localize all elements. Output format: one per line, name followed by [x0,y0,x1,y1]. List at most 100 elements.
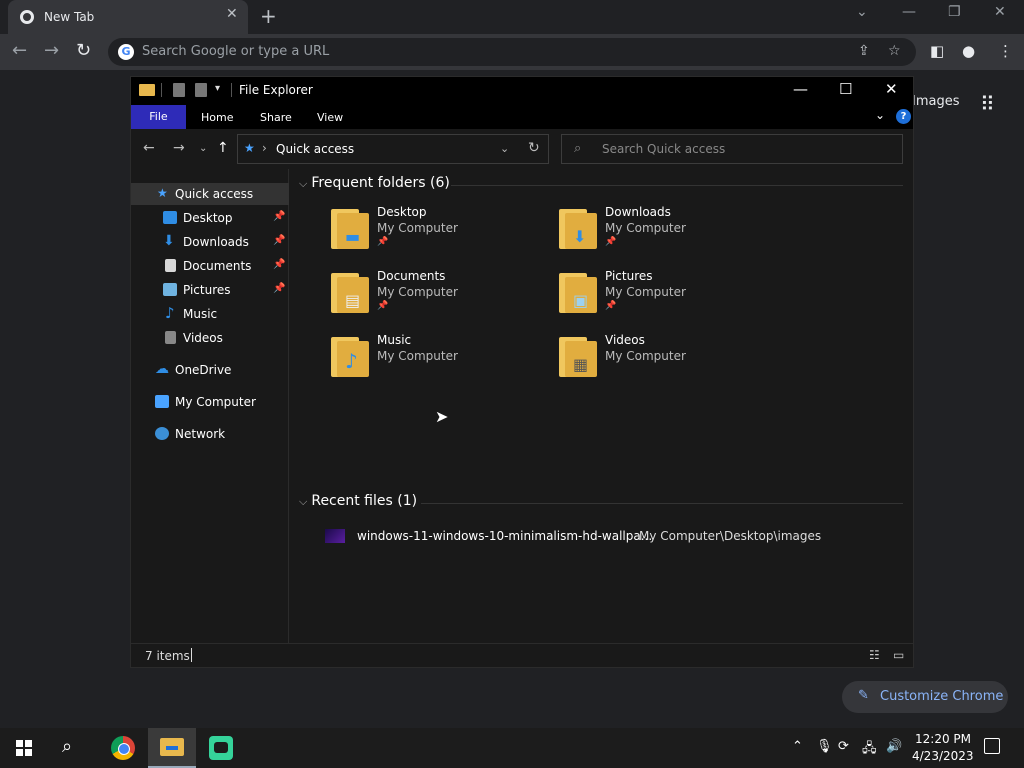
tab-share[interactable]: Share [260,111,292,124]
notification-icon[interactable] [984,738,1000,754]
clock-date[interactable]: 4/23/2023 [912,749,974,763]
tab-view[interactable]: View [317,111,343,124]
chrome-favicon-icon [20,10,34,24]
recent-file-path: My Computer\Desktop\images [639,529,822,543]
explorer-minimize-button[interactable]: — [793,80,808,98]
share-icon[interactable]: ⇪ [858,43,870,59]
new-folder-icon[interactable] [195,83,207,97]
taskbar-file-explorer[interactable] [148,728,196,768]
folder-tile-documents[interactable]: ▤ Documents My Computer 📌 [331,269,551,323]
customize-qat-icon[interactable]: ▾ [215,83,220,94]
large-icons-view-icon[interactable]: ▭ [893,648,904,662]
windows-start-icon[interactable] [16,740,32,756]
address-bar[interactable]: ★ › Quick access ⌄ ↻ [237,134,549,164]
microphone-icon[interactable]: 🎙 [816,739,833,754]
pencil-icon: ✎ [858,688,869,703]
recent-locations-icon[interactable]: ⌄ [199,143,207,154]
frequent-folders-header[interactable]: ⌵ Frequent folders (6) [299,175,450,191]
folder-name: Videos [605,333,645,347]
picture-icon [163,283,177,296]
desktop-icon [163,211,177,224]
nav-item-onedrive[interactable]: ☁ OneDrive [131,359,289,381]
sync-icon[interactable]: ⟳ [838,739,849,754]
explorer-close-button[interactable]: ✕ [885,80,898,98]
expand-ribbon-icon[interactable]: ⌄ [875,108,885,122]
network-icon[interactable]: 🖧 [862,739,877,761]
folder-tile-music[interactable]: ♪ Music My Computer [331,333,551,387]
tab-home[interactable]: Home [201,111,233,124]
restore-button[interactable]: ❐ [948,4,961,20]
music-icon: ♪ [345,349,358,373]
bookmark-star-icon[interactable]: ☆ [888,43,901,59]
tab-new-tab[interactable]: New Tab ✕ [8,0,248,34]
reload-button[interactable]: ↻ [76,40,91,61]
folder-tile-videos[interactable]: ▦ Videos My Computer [559,333,779,387]
search-input[interactable]: ⌕ Search Quick access [561,134,903,164]
search-icon[interactable]: ⌕ [62,736,72,757]
folder-tile-downloads[interactable]: ⬇ Downloads My Computer 📌 [559,205,779,259]
nav-item-quick-access[interactable]: ★ Quick access [131,183,289,205]
explorer-maximize-button[interactable]: ☐ [839,80,852,98]
nav-item-label: Network [175,427,226,441]
tab-title: New Tab [44,10,95,24]
tab-strip: New Tab ✕ + ⌄ — ❐ ✕ [0,0,1024,34]
nav-item-videos[interactable]: Videos [131,327,289,349]
pin-icon: 📌 [377,301,389,311]
back-button[interactable]: ← [143,140,155,156]
properties-icon[interactable] [173,83,185,97]
back-button[interactable]: ← [12,40,27,61]
customize-chrome-button[interactable]: ✎ Customize Chrome [842,681,1008,713]
folder-icon: ⬇ [559,209,597,249]
help-icon[interactable]: ? [896,109,911,124]
google-apps-icon[interactable]: ⠿ [980,92,995,116]
taskbar-chrome[interactable] [99,728,147,768]
refresh-icon[interactable]: ↻ [528,140,540,156]
nav-item-label: Quick access [175,187,254,201]
taskbar-app[interactable] [197,728,245,768]
recent-files-header[interactable]: ⌵ Recent files (1) [299,493,417,509]
pin-icon: 📌 [273,259,286,270]
folder-tile-pictures[interactable]: ▣ Pictures My Computer 📌 [559,269,779,323]
nav-item-desktop[interactable]: Desktop 📌 [131,207,289,229]
group-title: Recent files (1) [311,493,418,509]
forward-button[interactable]: → [44,40,59,61]
tab-file[interactable]: File [131,105,186,129]
taskbar: ⌕ ⌃ 🎙 ⟳ 🖧 🔊 12:20 PM 4/23/2023 [0,728,1024,768]
nav-item-my-computer[interactable]: My Computer [131,391,289,413]
download-icon: ⬇ [573,227,587,246]
folder-tile-desktop[interactable]: ▬ Desktop My Computer 📌 [331,205,551,259]
tab-close-icon[interactable]: ✕ [226,6,238,22]
tab-search-icon[interactable]: ⌄ [856,4,868,20]
chevron-down-icon: ⌵ [299,177,308,190]
close-browser-button[interactable]: ✕ [994,4,1006,20]
chevron-down-icon[interactable]: ⌄ [500,142,509,155]
chevron-right-icon[interactable]: › [262,141,267,155]
forward-button[interactable]: → [173,140,185,156]
new-tab-button[interactable]: + [260,4,277,28]
images-link[interactable]: Images [912,94,960,109]
chevron-up-icon[interactable]: ⌃ [792,739,803,754]
nav-item-documents[interactable]: Documents 📌 [131,255,289,277]
browser-toolbar: ← → ↻ G Search Google or type a URL ⇪ ☆ … [0,34,1024,70]
explorer-titlebar: ▾ File Explorer — ☐ ✕ [131,77,913,105]
file-explorer-window: ▾ File Explorer — ☐ ✕ File Home Share Vi… [130,76,914,668]
pin-icon: 📌 [605,237,617,247]
up-button[interactable]: ↑ [217,140,229,156]
nav-item-music[interactable]: ♪ Music [131,303,289,325]
address-text: Quick access [276,142,355,156]
music-icon: ♪ [165,304,175,322]
nav-item-pictures[interactable]: Pictures 📌 [131,279,289,301]
nav-item-downloads[interactable]: ⬇ Downloads 📌 [131,231,289,253]
omnibox-placeholder: Search Google or type a URL [142,44,330,59]
profile-icon[interactable]: ● [962,42,975,60]
folder-location: My Computer [605,349,686,363]
omnibox[interactable]: G Search Google or type a URL ⇪ ☆ [108,38,916,66]
nav-item-network[interactable]: Network [131,423,289,445]
menu-icon[interactable]: ⋮ [998,42,1013,60]
side-panel-icon[interactable]: ◧ [930,42,944,60]
details-view-icon[interactable]: ☷ [869,648,880,662]
minimize-button[interactable]: — [902,4,916,20]
document-icon [165,259,176,272]
clock-time[interactable]: 12:20 PM [915,732,971,746]
volume-icon[interactable]: 🔊 [886,739,902,754]
